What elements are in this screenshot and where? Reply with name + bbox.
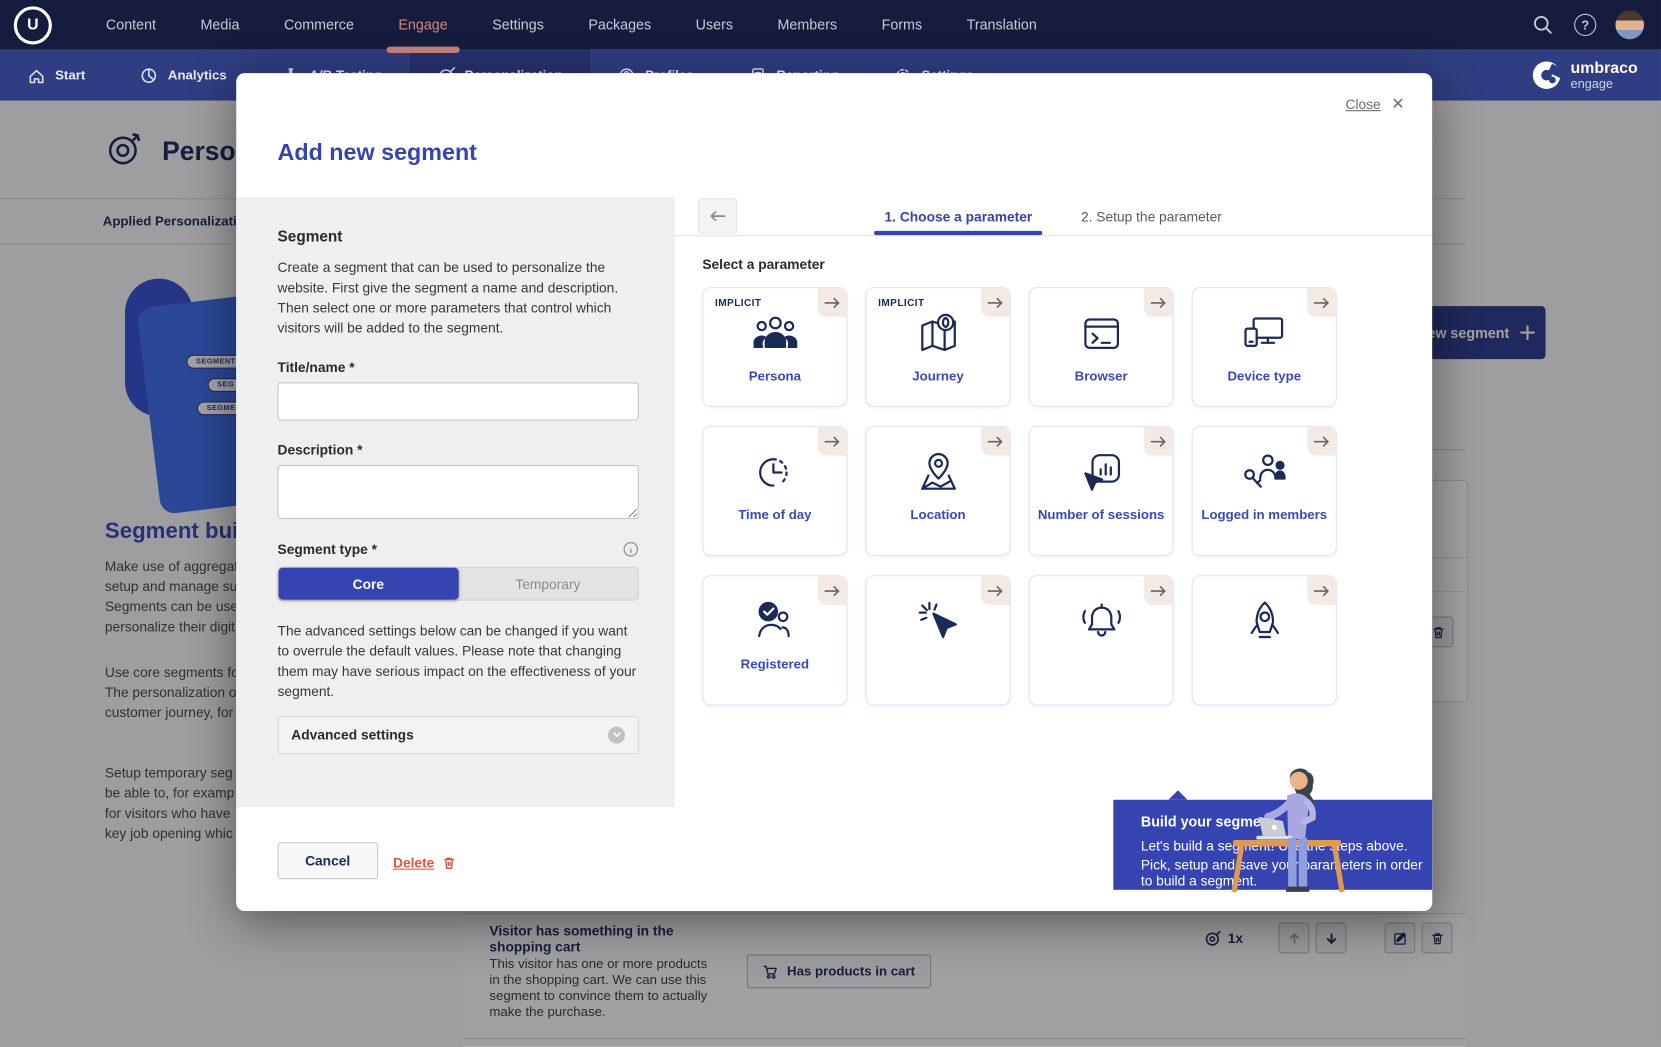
- parameter-card-label: Journey: [867, 369, 1010, 386]
- close-icon[interactable]: ✕: [1391, 94, 1404, 113]
- umbraco-engage-brand: umbraco engage: [1531, 50, 1661, 101]
- delete-link[interactable]: Delete: [393, 855, 434, 871]
- segment-type-toggle: Core Temporary: [278, 567, 639, 601]
- parameter-card-label: Number of sessions: [1030, 507, 1173, 524]
- cancel-button[interactable]: Cancel: [278, 842, 378, 879]
- top-nav-right: ?: [1530, 11, 1644, 40]
- description-input[interactable]: [278, 465, 639, 519]
- trash-icon: [442, 855, 457, 871]
- banner-pointer: [1168, 790, 1187, 800]
- parameter-card-number-of-sessions[interactable]: Number of sessions: [1029, 426, 1174, 556]
- parameter-card-bell[interactable]: [1029, 575, 1174, 705]
- open-parameter-arrow-button[interactable]: [1144, 427, 1173, 456]
- description-label: Description *: [278, 442, 363, 458]
- parameter-card-label: Browser: [1030, 369, 1173, 386]
- parameter-card-journey[interactable]: IMPLICIT Journey: [865, 287, 1010, 407]
- add-new-segment-modal: Close ✕ Add new segment Segment Create a…: [236, 73, 1432, 911]
- implicit-tag: IMPLICIT: [715, 298, 761, 310]
- chevron-down-icon: [608, 726, 625, 743]
- parameter-panel: 1. Choose a parameter 2. Setup the parame…: [675, 197, 1432, 807]
- sub-nav-item-start[interactable]: Start: [0, 50, 113, 101]
- brand-engage: engage: [1571, 77, 1638, 90]
- top-nav-item-engage[interactable]: Engage: [376, 0, 470, 50]
- open-parameter-arrow-button[interactable]: [1307, 288, 1336, 317]
- open-parameter-arrow-button[interactable]: [981, 576, 1010, 605]
- info-icon[interactable]: [623, 542, 639, 558]
- parameter-card-device-type[interactable]: Device type: [1192, 287, 1337, 407]
- build-segment-banner: Build your segment Let's build a segment…: [1113, 800, 1432, 890]
- parameter-step-tab-2[interactable]: 2. Setup the parameter: [1081, 197, 1222, 235]
- select-parameter-label: Select a parameter: [702, 256, 824, 272]
- home-icon: [28, 66, 46, 84]
- advanced-settings-accordion[interactable]: Advanced settings: [278, 716, 639, 754]
- top-nav-item-members[interactable]: Members: [755, 0, 859, 50]
- brand-umbraco: umbraco: [1571, 60, 1638, 77]
- top-nav-items: ContentMediaCommerceEngageSettingsPackag…: [84, 0, 1059, 50]
- screen: U ContentMediaCommerceEngageSettingsPack…: [0, 0, 1661, 1047]
- top-nav-item-forms[interactable]: Forms: [859, 0, 944, 50]
- segment-type-option-temporary[interactable]: Temporary: [458, 568, 638, 600]
- open-parameter-arrow-button[interactable]: [981, 288, 1010, 317]
- sub-nav-item-label: Start: [55, 68, 85, 83]
- segment-type-label: Segment type *: [278, 542, 377, 558]
- title-name-input[interactable]: [278, 383, 639, 421]
- open-parameter-arrow-button[interactable]: [818, 576, 847, 605]
- top-nav-item-content[interactable]: Content: [84, 0, 179, 50]
- back-button[interactable]: [698, 198, 737, 234]
- search-icon[interactable]: [1530, 12, 1555, 37]
- help-icon[interactable]: ?: [1574, 14, 1596, 36]
- parameter-card-registered[interactable]: Registered: [702, 575, 847, 705]
- segment-form-heading: Segment: [278, 229, 639, 246]
- top-nav-item-settings[interactable]: Settings: [470, 0, 566, 50]
- delete-action[interactable]: Delete: [393, 855, 457, 871]
- top-nav-item-commerce[interactable]: Commerce: [262, 0, 376, 50]
- parameter-card-location[interactable]: Location: [865, 426, 1010, 556]
- engage-logo-icon: [1531, 60, 1561, 90]
- open-parameter-arrow-button[interactable]: [1144, 576, 1173, 605]
- top-nav-item-users[interactable]: Users: [673, 0, 755, 50]
- close-link[interactable]: Close: [1345, 96, 1380, 112]
- top-nav-item-translation[interactable]: Translation: [944, 0, 1059, 50]
- user-avatar[interactable]: [1615, 11, 1644, 40]
- open-parameter-arrow-button[interactable]: [1307, 427, 1336, 456]
- top-nav-item-media[interactable]: Media: [178, 0, 261, 50]
- parameter-step-tabs: 1. Choose a parameter 2. Setup the parame…: [885, 197, 1222, 235]
- parameter-card-label: Location: [867, 507, 1010, 524]
- parameter-card-browser[interactable]: Browser: [1029, 287, 1174, 407]
- segment-form-intro: Create a segment that can be used to per…: [278, 258, 639, 338]
- parameter-card-label: Time of day: [703, 507, 846, 524]
- umbraco-logo-icon[interactable]: U: [14, 6, 52, 44]
- parameter-card-label: Logged in members: [1193, 507, 1336, 524]
- sub-nav-item-label: Analytics: [168, 68, 227, 83]
- parameter-card-label: Device type: [1193, 369, 1336, 386]
- parameter-card-label: Registered: [703, 657, 846, 674]
- segment-form-panel: Segment Create a segment that can be use…: [236, 197, 675, 807]
- title-name-label: Title/name *: [278, 359, 355, 375]
- open-parameter-arrow-button[interactable]: [818, 427, 847, 456]
- open-parameter-arrow-button[interactable]: [981, 427, 1010, 456]
- advanced-settings-label: Advanced settings: [291, 727, 413, 743]
- parameter-card-grid: IMPLICIT Persona IMPLICIT Journey Browser Dev…: [702, 287, 1337, 705]
- parameter-card-cursor-click[interactable]: [865, 575, 1010, 705]
- open-parameter-arrow-button[interactable]: [1144, 288, 1173, 317]
- parameter-card-rocket[interactable]: [1192, 575, 1337, 705]
- implicit-tag: IMPLICIT: [878, 298, 924, 310]
- modal-title: Add new segment: [278, 139, 477, 167]
- parameter-card-logged-in-members[interactable]: Logged in members: [1192, 426, 1337, 556]
- woman-at-desk-illustration: [1227, 757, 1352, 898]
- open-parameter-arrow-button[interactable]: [1307, 576, 1336, 605]
- top-nav-item-packages[interactable]: Packages: [566, 0, 673, 50]
- top-nav-bar: U ContentMediaCommerceEngageSettingsPack…: [0, 0, 1661, 50]
- parameter-card-label: Persona: [703, 369, 846, 386]
- analytics-icon: [140, 66, 158, 84]
- sub-nav-item-analytics[interactable]: Analytics: [113, 50, 255, 101]
- parameter-step-tab-1[interactable]: 1. Choose a parameter: [885, 197, 1033, 235]
- parameter-card-persona[interactable]: IMPLICIT Persona: [702, 287, 847, 407]
- open-parameter-arrow-button[interactable]: [818, 288, 847, 317]
- advanced-settings-note: The advanced settings below can be chang…: [278, 622, 639, 702]
- parameter-card-time-of-day[interactable]: Time of day: [702, 426, 847, 556]
- segment-type-option-core[interactable]: Core: [279, 568, 459, 600]
